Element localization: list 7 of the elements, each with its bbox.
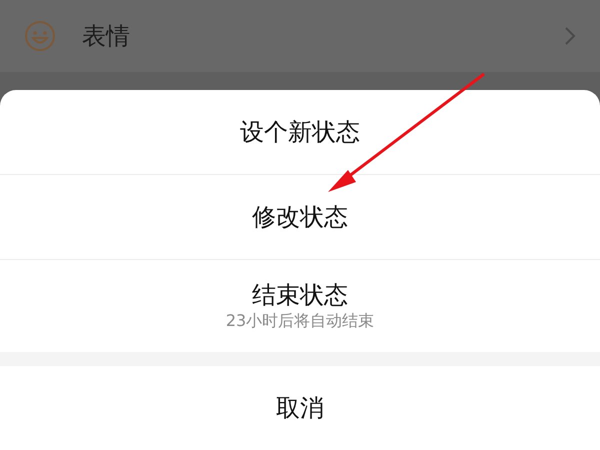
chevron-right-icon xyxy=(564,26,576,46)
cancel-button[interactable]: 取消 xyxy=(0,366,600,450)
row-label: 表情 xyxy=(82,21,130,52)
smiley-icon xyxy=(24,20,56,52)
option-subtitle: 23小时后将自动结束 xyxy=(226,310,374,332)
sheet-option[interactable]: 结束状态 23小时后将自动结束 xyxy=(0,260,600,352)
sheet-option[interactable]: 设个新状态 xyxy=(0,90,600,175)
